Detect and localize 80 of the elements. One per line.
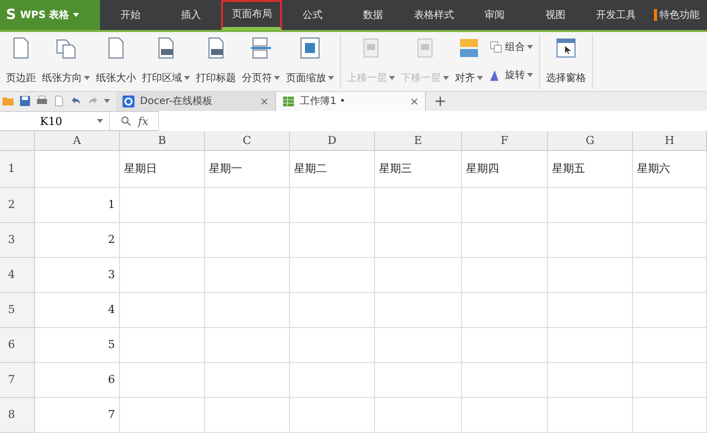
ribbon-button[interactable]: 页面缩放: [284, 34, 336, 89]
column-header[interactable]: H: [633, 130, 707, 151]
app-menu-button[interactable]: S WPS 表格: [0, 0, 100, 30]
ribbon-button[interactable]: 打印区域: [140, 34, 192, 89]
table-cell: 6: [35, 362, 120, 398]
column-header[interactable]: D: [290, 130, 375, 151]
table-cell: 星期一: [205, 150, 290, 188]
row-header[interactable]: 8: [0, 398, 35, 433]
close-tab-button[interactable]: ×: [260, 94, 269, 108]
caret-icon: [527, 44, 533, 50]
table-cell: 星期四: [462, 150, 548, 188]
column-header[interactable]: G: [548, 130, 633, 151]
spreadsheet-icon: [282, 94, 295, 108]
ribbon-button[interactable]: 选择窗格: [544, 34, 588, 89]
row-header[interactable]: 6: [0, 328, 35, 363]
column-header[interactable]: B: [120, 130, 205, 151]
column-header[interactable]: E: [375, 130, 462, 151]
new-tab-button[interactable]: +: [426, 92, 455, 110]
ribbon-button[interactable]: 旋转: [487, 68, 535, 82]
ribbon-button[interactable]: 纸张方向: [40, 34, 92, 89]
selection-pane-icon: [554, 36, 578, 60]
function-button[interactable]: fx: [138, 114, 148, 128]
caret-icon: [97, 118, 103, 124]
caret-icon: [477, 74, 483, 81]
menu-tab[interactable]: 插入: [160, 0, 222, 30]
caret-icon: [328, 74, 334, 81]
menu-tab[interactable]: 视图: [524, 0, 586, 30]
column-header[interactable]: A: [35, 130, 120, 151]
table-cell: 1: [35, 188, 120, 223]
page-break-icon: [249, 36, 273, 60]
group-icon: [489, 40, 503, 54]
caret-icon: [184, 74, 190, 81]
ribbon-button[interactable]: 对齐: [453, 34, 485, 89]
save-icon: [19, 95, 31, 108]
row-header[interactable]: 4: [0, 258, 35, 293]
document-tab[interactable]: Docer-在线模板 ×: [116, 92, 276, 112]
table-cell: 星期三: [375, 150, 462, 188]
row-header[interactable]: 5: [0, 292, 35, 328]
menu-tab[interactable]: 审阅: [464, 0, 525, 30]
document-tab[interactable]: 工作簿1 • ×: [276, 92, 426, 112]
menu-tab[interactable]: 数据: [342, 0, 404, 30]
menu-tab[interactable]: 开始: [100, 0, 161, 30]
row-header[interactable]: 3: [0, 222, 35, 258]
table-cell: 星期日: [120, 150, 205, 188]
caret-icon: [527, 72, 533, 78]
formula-input[interactable]: [158, 111, 707, 131]
table-cell: 星期五: [548, 150, 633, 188]
name-box[interactable]: K10: [0, 112, 110, 130]
table-cell: 4: [35, 292, 120, 328]
table-cell: 星期六: [633, 150, 707, 188]
row-header[interactable]: 7: [0, 362, 35, 398]
caret-icon: [84, 74, 90, 81]
menu-tab[interactable]: 表格样式: [404, 0, 464, 30]
folder-icon: [2, 95, 14, 108]
menu-tab[interactable]: 特色功能: [646, 0, 707, 30]
table-cell: 3: [35, 258, 120, 293]
menu-tab[interactable]: 页面布局: [221, 0, 282, 30]
table-cell: 2: [35, 222, 120, 258]
menu-tab[interactable]: 开发工具: [586, 0, 646, 30]
menu-tab[interactable]: 公式: [282, 0, 343, 30]
select-all-corner[interactable]: [0, 130, 35, 151]
table-cell: 5: [35, 328, 120, 363]
column-header[interactable]: C: [205, 130, 290, 151]
docer-logo-icon: [122, 94, 135, 108]
ribbon-button[interactable]: 打印标题: [194, 34, 238, 89]
column-header[interactable]: F: [462, 130, 548, 151]
caret-icon: [389, 74, 395, 81]
ribbon-button[interactable]: 分页符: [240, 34, 282, 89]
caret-icon: [274, 74, 280, 81]
ribbon-button[interactable]: 组合: [487, 40, 535, 54]
caret-icon: [73, 12, 80, 18]
close-tab-button[interactable]: ×: [410, 94, 419, 108]
ribbon-button[interactable]: 页边距: [4, 34, 38, 89]
ribbon-button[interactable]: 纸张大小: [94, 34, 138, 89]
row-header[interactable]: 2: [0, 188, 35, 223]
row-header[interactable]: 1: [0, 150, 35, 188]
caret-icon: [443, 74, 449, 81]
table-cell: 星期二: [290, 150, 375, 188]
table-cell: 7: [35, 398, 120, 433]
caret-icon: [104, 98, 110, 104]
